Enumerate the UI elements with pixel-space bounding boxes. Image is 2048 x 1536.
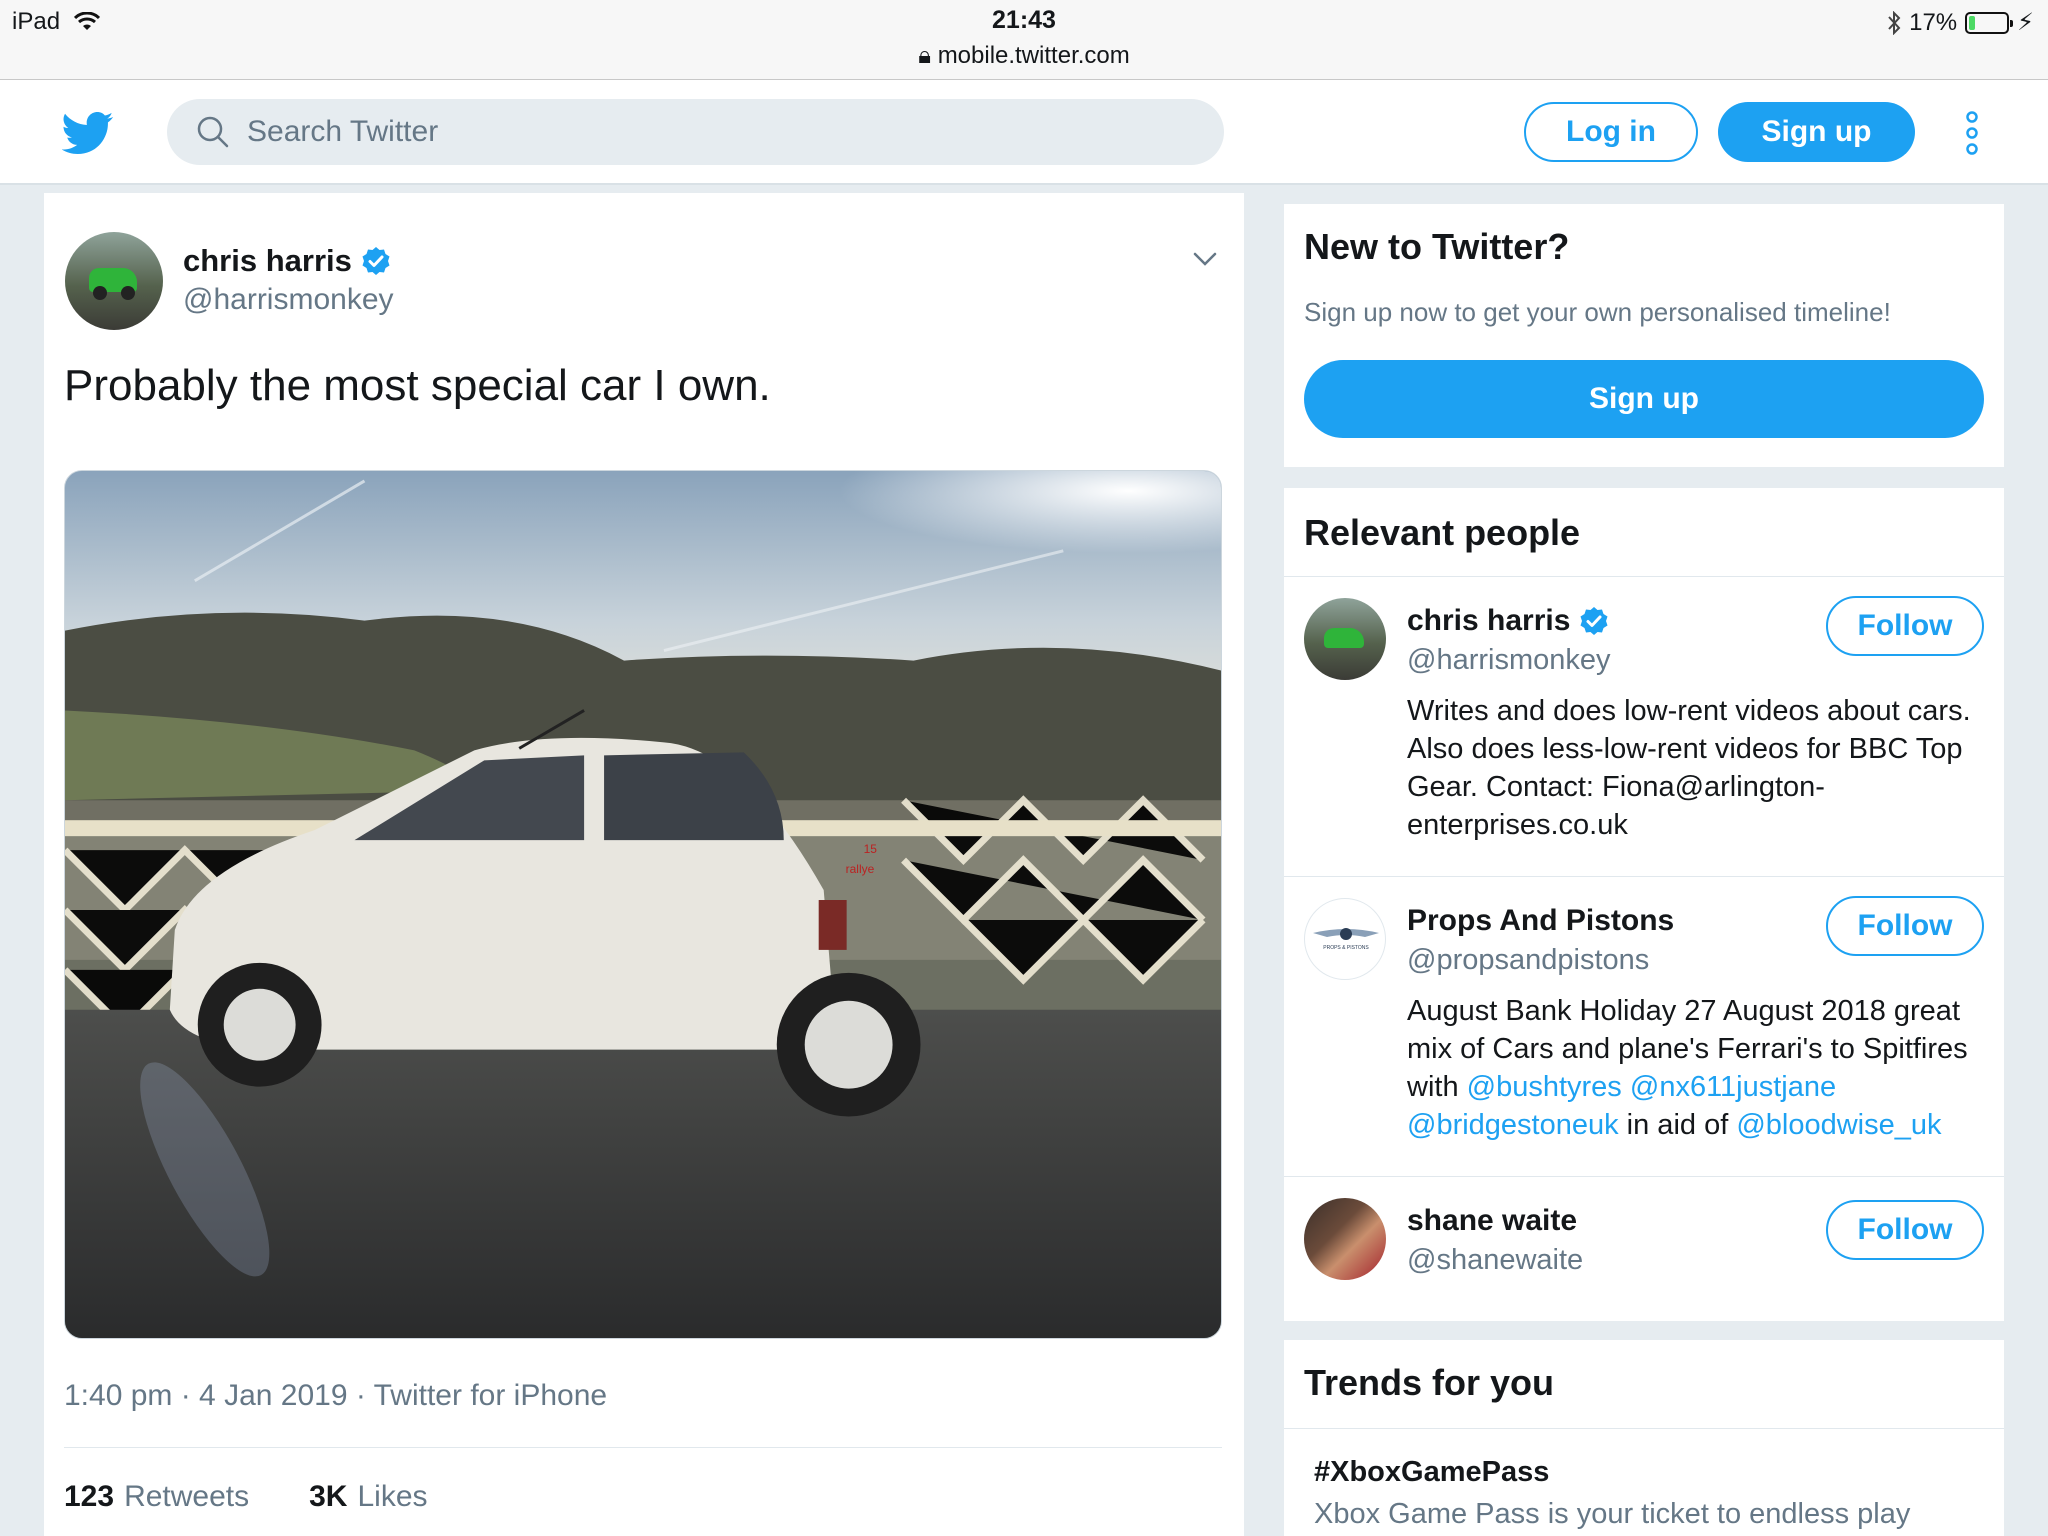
tweet-stats: 123 Retweets 3K Likes bbox=[64, 1480, 428, 1514]
mention-link[interactable]: @nx611justjane bbox=[1630, 1071, 1836, 1103]
follow-button[interactable]: Follow bbox=[1826, 596, 1984, 656]
person-handle[interactable]: @harrismonkey bbox=[1407, 644, 1611, 677]
chevron-down-icon[interactable] bbox=[1192, 246, 1218, 272]
person-item-shanewaite[interactable]: shane waite @shanewaite Follow bbox=[1284, 1176, 2004, 1321]
status-right: 17% ⚡ bbox=[1887, 8, 2034, 37]
tweet-timestamp[interactable]: 1:40 pm · 4 Jan 2019 · Twitter for iPhon… bbox=[64, 1379, 607, 1413]
props-and-pistons-logo-icon: PROPS & PISTONS bbox=[1313, 928, 1379, 951]
lock-icon: 🔒︎ bbox=[918, 42, 932, 69]
car-badge-15: 15 bbox=[864, 842, 878, 856]
person-name[interactable]: shane waite bbox=[1407, 1204, 1577, 1238]
person-name-row[interactable]: chris harris bbox=[1407, 604, 1610, 638]
battery-level bbox=[1969, 15, 1976, 30]
signup-button[interactable]: Sign up bbox=[1718, 102, 1915, 162]
verified-badge-icon bbox=[362, 247, 390, 275]
person-item-harrismonkey[interactable]: chris harris @harrismonkey Follow Writes… bbox=[1284, 576, 2004, 876]
trends-title: Trends for you bbox=[1304, 1362, 1555, 1403]
author-avatar[interactable] bbox=[65, 232, 163, 330]
svg-text:PROPS & PISTONS: PROPS & PISTONS bbox=[1323, 945, 1369, 951]
person-bio: Writes and does low-rent videos about ca… bbox=[1407, 695, 1971, 841]
likes-count: 3K bbox=[309, 1480, 348, 1513]
search-bar[interactable] bbox=[167, 99, 1224, 165]
likes-label: Likes bbox=[357, 1480, 428, 1513]
likes-stat[interactable]: 3K Likes bbox=[309, 1480, 427, 1514]
follow-button[interactable]: Follow bbox=[1826, 1200, 1984, 1260]
author-handle[interactable]: @harrismonkey bbox=[183, 283, 394, 317]
person-handle[interactable]: @shanewaite bbox=[1407, 1244, 1583, 1277]
address-bar[interactable]: 🔒︎ mobile.twitter.com bbox=[0, 42, 2048, 70]
charging-icon: ⚡ bbox=[2017, 9, 2034, 36]
battery-percent: 17% bbox=[1909, 8, 1958, 36]
address-url: mobile.twitter.com bbox=[937, 42, 1130, 69]
person-item-propsandpistons[interactable]: PROPS & PISTONS Props And Pistons @props… bbox=[1284, 876, 2004, 1176]
mention-link[interactable]: @bridgestoneuk bbox=[1407, 1109, 1619, 1141]
bluetooth-icon bbox=[1888, 10, 1901, 35]
person-avatar[interactable]: PROPS & PISTONS bbox=[1304, 898, 1386, 980]
person-name[interactable]: Props And Pistons bbox=[1407, 904, 1674, 938]
person-name: chris harris bbox=[1407, 604, 1571, 637]
more-options-icon[interactable] bbox=[1962, 110, 1982, 156]
follow-button[interactable]: Follow bbox=[1826, 896, 1984, 956]
trend-item-name[interactable]: #XboxGamePass bbox=[1314, 1456, 1549, 1489]
twitter-bird-icon[interactable] bbox=[62, 107, 114, 159]
divider bbox=[1284, 1428, 2004, 1429]
login-button[interactable]: Log in bbox=[1524, 102, 1698, 162]
stats-divider bbox=[64, 1447, 1222, 1448]
person-avatar[interactable] bbox=[1304, 598, 1386, 680]
mention-link[interactable]: @bushtyres bbox=[1467, 1071, 1622, 1103]
avatar-wheel bbox=[93, 286, 107, 300]
mention-link[interactable]: @bloodwise_uk bbox=[1736, 1109, 1941, 1141]
twitter-header: Log in Sign up bbox=[0, 80, 2048, 185]
sidebar-signup-button[interactable]: Sign up bbox=[1304, 360, 1984, 438]
tweet-card: chris harris @harrismonkey Probably the … bbox=[44, 193, 1244, 1536]
relevant-people-title: Relevant people bbox=[1304, 512, 1581, 553]
new-to-twitter-subtitle: Sign up now to get your own personalised… bbox=[1304, 297, 1891, 327]
tweet-photo[interactable]: 15 rallye bbox=[64, 470, 1222, 1339]
person-avatar[interactable] bbox=[1304, 1198, 1386, 1280]
new-to-twitter-title: New to Twitter? bbox=[1304, 226, 1570, 267]
relevant-people-card: Relevant people chris harris @harrismonk… bbox=[1284, 488, 2004, 1321]
search-icon bbox=[197, 116, 229, 148]
tweet-text: Probably the most special car I own. bbox=[64, 361, 771, 410]
person-bio: August Bank Holiday 27 August 2018 great… bbox=[1407, 992, 1987, 1144]
car-photo-illustration: 15 rallye bbox=[65, 471, 1221, 1338]
avatar-wheel bbox=[121, 286, 135, 300]
verified-badge-icon bbox=[1580, 607, 1608, 635]
author-name: chris harris bbox=[183, 243, 352, 278]
author-name-row[interactable]: chris harris bbox=[183, 243, 392, 279]
retweets-label: Retweets bbox=[124, 1480, 250, 1513]
status-time: 21:43 bbox=[992, 6, 1056, 34]
new-to-twitter-card: New to Twitter? Sign up now to get your … bbox=[1284, 204, 2004, 467]
battery-icon bbox=[1965, 11, 2014, 34]
retweets-count: 123 bbox=[64, 1480, 115, 1513]
retweets-stat[interactable]: 123 Retweets bbox=[64, 1480, 249, 1514]
trends-card: Trends for you #XboxGamePass Xbox Game P… bbox=[1284, 1340, 2004, 1536]
trend-item-description: Xbox Game Pass is your ticket to endless… bbox=[1314, 1498, 1911, 1530]
bio-text: in aid of bbox=[1618, 1109, 1737, 1141]
avatar-car-shape bbox=[1324, 628, 1364, 648]
person-handle[interactable]: @propsandpistons bbox=[1407, 944, 1649, 977]
car-badge-rallye: rallye bbox=[846, 862, 875, 876]
search-input[interactable] bbox=[247, 115, 1147, 149]
ios-status-bar: iPad 21:43 🔒︎ mobile.twitter.com 17% ⚡ bbox=[0, 0, 2048, 80]
